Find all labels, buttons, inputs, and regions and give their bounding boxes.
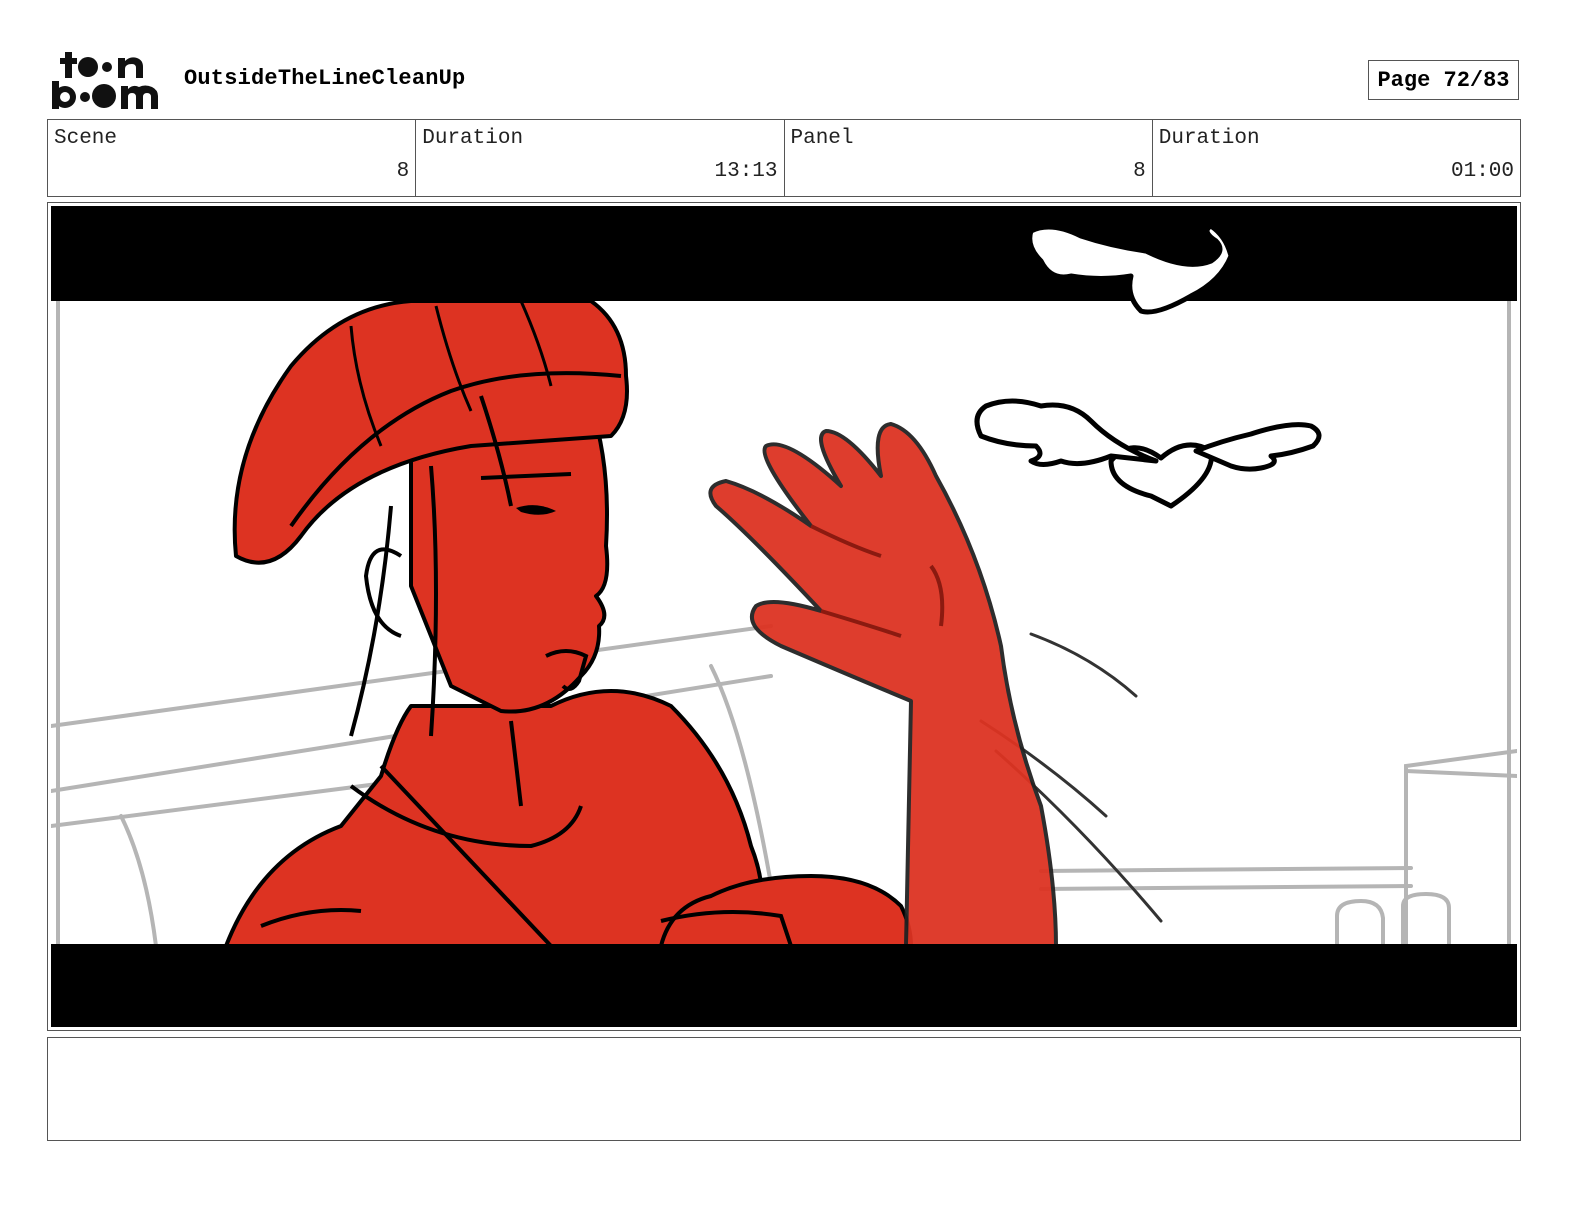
panel-duration-cell: Duration 01:00 xyxy=(1153,120,1520,196)
panel-notes xyxy=(47,1037,1521,1141)
storyboard-panel-frame xyxy=(47,202,1521,1031)
project-title: OutsideTheLineCleanUp xyxy=(184,66,466,91)
panel-duration-label: Duration xyxy=(1158,127,1260,150)
scene-value: 8 xyxy=(396,160,410,183)
panel-label: Panel xyxy=(790,127,854,150)
scene-label: Scene xyxy=(54,127,118,150)
storyboard-drawing xyxy=(51,206,1517,1027)
scene-info-table: Scene 8 Duration 13:13 Panel 8 Duration … xyxy=(47,119,1521,197)
scene-duration-cell: Duration 13:13 xyxy=(416,120,785,196)
toon-boom-logo xyxy=(52,52,158,109)
panel-value: 8 xyxy=(1133,160,1146,183)
scene-duration-label: Duration xyxy=(422,127,524,150)
panel-duration-value: 01:00 xyxy=(1450,160,1514,183)
panel-cell: Panel 8 xyxy=(785,120,1153,196)
scene-cell: Scene 8 xyxy=(48,120,417,196)
scene-duration-value: 13:13 xyxy=(714,160,778,183)
page-indicator: Page 72/83 xyxy=(1368,60,1519,100)
